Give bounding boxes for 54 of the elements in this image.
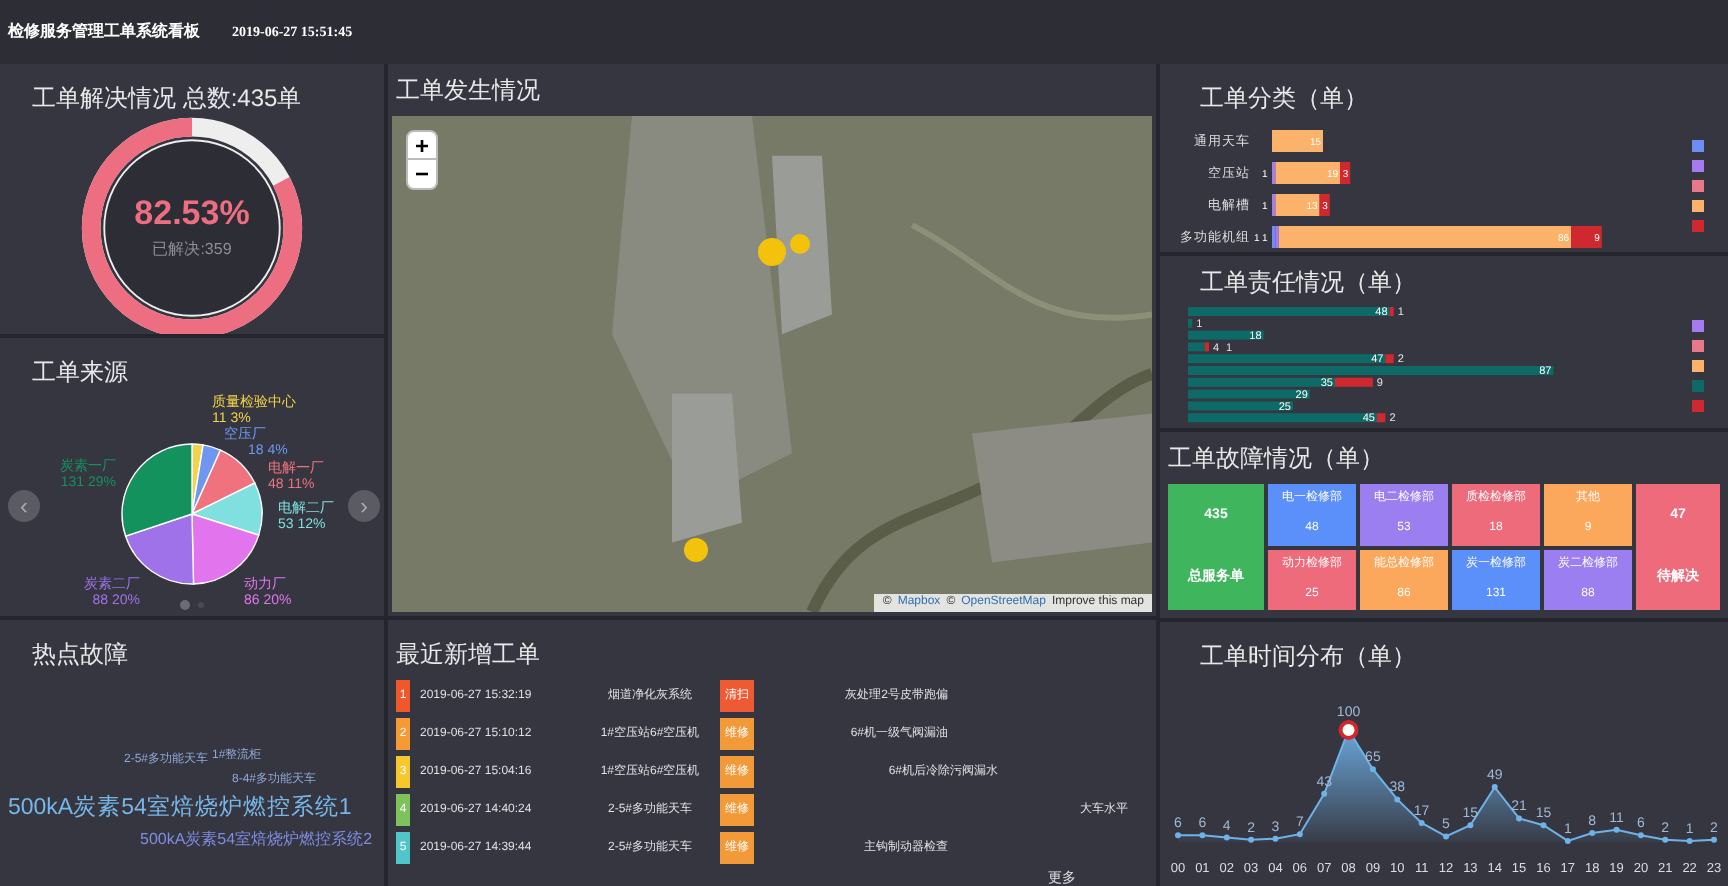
data-point (1175, 832, 1181, 839)
bar-segment (1272, 130, 1323, 152)
data-point (1248, 836, 1255, 843)
legend-swatch[interactable] (1692, 220, 1704, 232)
panel-title: 热点故障 (30, 638, 130, 672)
panel-title: 工单解决情况 总数:435单 (30, 82, 304, 116)
data-point (1223, 834, 1230, 841)
data-point (1272, 835, 1279, 842)
carousel-prev-button[interactable]: ‹ (8, 490, 40, 522)
panel-title: 工单故障情况（单） (1168, 442, 1386, 476)
data-point (1321, 790, 1328, 797)
panel-title: 最近新增工单 (396, 638, 542, 672)
map-marker-icon (756, 228, 816, 272)
legend-swatch[interactable] (1692, 200, 1704, 212)
panel-title: 工单来源 (30, 356, 130, 390)
data-point (1613, 826, 1620, 833)
data-point (1589, 830, 1596, 837)
legend-swatch[interactable] (1692, 160, 1704, 172)
map-marker-icon (682, 536, 710, 564)
word-cloud-term: 500kA炭素54室焙烧炉燃控系统2 (140, 828, 373, 852)
legend-swatch[interactable] (1692, 180, 1704, 192)
panel-title: 工单时间分布（单） (1198, 640, 1418, 674)
legend-swatch[interactable] (1692, 340, 1704, 352)
panel-title: 工单分类（单） (1198, 82, 1370, 116)
data-point (1394, 796, 1401, 803)
legend-swatch[interactable] (1692, 360, 1704, 372)
data-point (1540, 822, 1547, 829)
data-point (1516, 815, 1523, 822)
data-point (1711, 836, 1717, 843)
data-point (1199, 832, 1206, 839)
panel-title: 工单发生情况 (394, 74, 542, 108)
data-point (1637, 832, 1644, 839)
carousel-next-button[interactable]: › (348, 490, 380, 522)
data-point (1662, 836, 1669, 843)
legend-swatch[interactable] (1692, 380, 1704, 392)
highlight-marker (1338, 720, 1359, 740)
zoom-out-button[interactable]: − (406, 160, 438, 190)
legend-swatch[interactable] (1692, 320, 1704, 332)
data-point (1467, 822, 1474, 829)
data-point (1564, 837, 1571, 844)
data-point (1369, 766, 1376, 773)
data-point (1418, 819, 1425, 826)
data-point (1296, 831, 1303, 838)
legend-swatch[interactable] (1692, 140, 1704, 152)
resolved-caption: 已解决:359 (152, 237, 232, 261)
data-point (1491, 784, 1498, 791)
panel-title: 工单责任情况（单） (1198, 266, 1418, 300)
dashboard-title: 检修服务管理工单系统看板 (8, 20, 200, 44)
zoom-in-button[interactable]: + (406, 130, 438, 160)
data-point (1686, 837, 1693, 844)
legend-swatch[interactable] (1692, 400, 1704, 412)
percent-value: 82.53% (134, 195, 250, 229)
data-point (1443, 833, 1449, 840)
word-cloud-term: 500kA炭素54室焙烧炉燃控系统1 (8, 792, 352, 824)
